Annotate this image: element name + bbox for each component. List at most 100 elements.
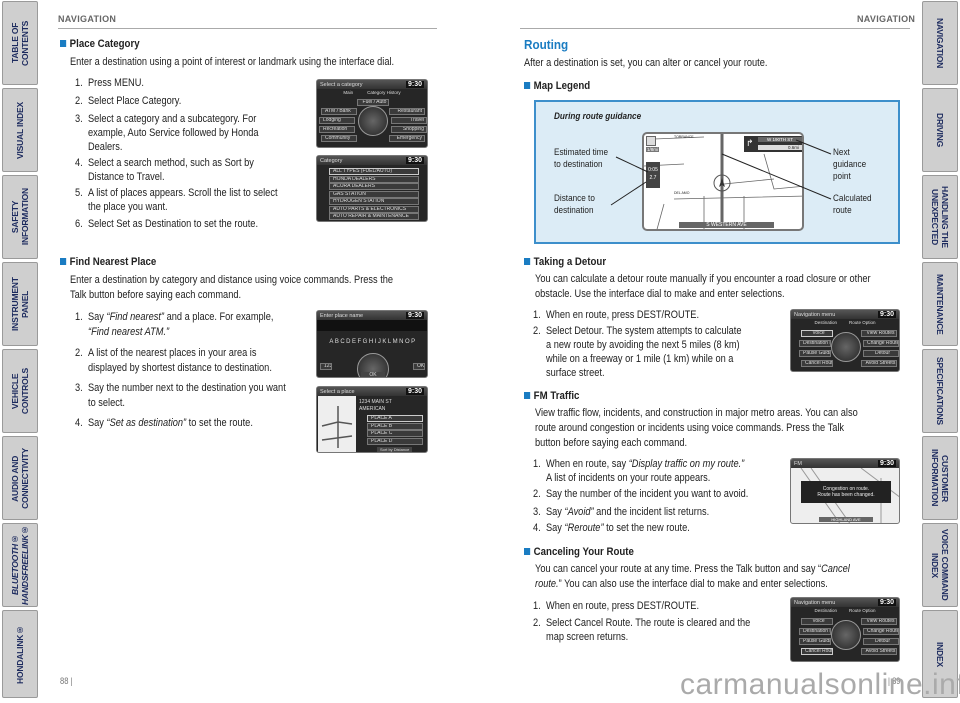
- tab-audio-connectivity[interactable]: AUDIO AND CONNECTIVITY: [2, 436, 38, 520]
- screen-title: FM: [794, 460, 802, 467]
- cancel-intro: route.” You can also use the interface d…: [535, 578, 828, 591]
- place-type: AMERICAN: [359, 406, 386, 412]
- tab-visual-index[interactable]: VISUAL INDEX: [2, 88, 38, 172]
- tab-table-of-contents[interactable]: TABLE OF CONTENTS: [2, 1, 38, 85]
- step-text: Say “Avoid” and the incident list return…: [546, 506, 709, 519]
- step-text: Press MENU.: [88, 77, 144, 89]
- tab-label: BLUETOOTH® HANDSFREELINK®: [10, 525, 30, 605]
- watermark: carmanualsonline.info: [680, 668, 960, 701]
- tab-label: HANDLING THE UNEXPECTED: [930, 186, 950, 248]
- menu-item: Travel: [391, 117, 427, 124]
- menu-item: Destination List: [799, 628, 831, 635]
- label-calculated-route: Calculated route: [833, 193, 872, 217]
- list-item: PLACE C: [367, 430, 423, 437]
- label-line: destination: [554, 205, 594, 216]
- step-text: Say the number of the incident you want …: [546, 488, 749, 500]
- list-item: HONDA DEALERS: [329, 175, 419, 183]
- eta-value: 0:05: [648, 167, 658, 173]
- step-number: 2.: [533, 488, 541, 500]
- menu-item: Lodging: [319, 117, 355, 124]
- step-text: a new route by avoiding the next 5 miles…: [546, 339, 740, 351]
- ok-button: OK: [361, 372, 385, 377]
- tab-vehicle-controls[interactable]: VEHICLE CONTROLS: [2, 349, 38, 433]
- fm-traffic-screen: FM 9:30 Congestion on route. Route has bee…: [790, 458, 900, 524]
- list-item: ALL TYPES (FUEL/AUTO): [329, 168, 419, 175]
- menu-item: Avoid Streets: [861, 360, 897, 367]
- next-distance: 0.6mi: [758, 145, 802, 150]
- find-nearest-intro: Enter a destination by category and dist…: [70, 274, 394, 286]
- list-item: GAS STATION: [329, 190, 419, 198]
- tab-driving[interactable]: DRIVING: [922, 88, 958, 172]
- screen-tab: Route Option: [848, 608, 876, 613]
- routing-title: Routing: [524, 37, 569, 52]
- next-guidance-panel: ↱ W 190TH ST 0.6mi: [744, 136, 802, 152]
- map-legend-box: During route guidance Estimated time to d…: [534, 100, 900, 244]
- step-number: 3.: [533, 506, 541, 518]
- tab-maintenance[interactable]: MAINTENANCE: [922, 262, 958, 346]
- tab-label: HONDALINK®: [15, 624, 25, 684]
- voice-command: “Set as destination”: [106, 417, 187, 429]
- step-text: Select a search method, such as Sort by: [88, 157, 254, 169]
- tab-customer-information[interactable]: CUSTOMER INFORMATION: [922, 436, 958, 520]
- clock: 9:30: [877, 599, 896, 606]
- screen-title: Select a place: [320, 388, 355, 395]
- step-text: A list of places appears. Scroll the lis…: [88, 187, 278, 199]
- cancel-route-heading: Canceling Your Route: [524, 546, 634, 558]
- text: Say: [88, 311, 107, 323]
- place-address: 1234 MAIN ST: [359, 399, 392, 405]
- step-text: When en route, say “Display traffic on m…: [546, 458, 744, 471]
- text: to set the new route.: [603, 522, 690, 534]
- screen-tab: Main: [343, 90, 354, 95]
- tab-voice-command-index[interactable]: VOICE COMMAND INDEX: [922, 523, 958, 607]
- left-page-header: NAVIGATION: [58, 14, 117, 24]
- menu-item: Voice: [801, 618, 833, 625]
- step-text: Say “Reroute” to set the new route.: [546, 522, 690, 535]
- step-text: When en route, press DEST/ROUTE.: [546, 309, 700, 321]
- step-number: 4.: [75, 417, 83, 429]
- current-street: S WESTERN AVE: [679, 222, 774, 228]
- step-text: Select Detour. The system attempts to ca…: [546, 325, 742, 337]
- tab-label: MAINTENANCE: [935, 273, 945, 335]
- voice-command: “Find nearest ATM.”: [88, 326, 170, 338]
- navigation-menu-screen-cancel: Navigation menu 9:30 Destination Route Opt…: [790, 597, 900, 662]
- voice-command: “Avoid”: [564, 506, 594, 518]
- menu-item: Change Route Preference: [863, 628, 899, 635]
- step-text: Say “Set as destination” to set the rout…: [88, 417, 253, 430]
- text-field: [317, 320, 427, 331]
- voice-command: “Find nearest”: [106, 311, 165, 323]
- tab-safety-information[interactable]: SAFETY INFORMATION: [2, 175, 38, 259]
- text: When en route, say: [546, 458, 629, 470]
- menu-item: Detour: [863, 638, 899, 645]
- screen-title: Navigation menu: [794, 311, 836, 318]
- menu-item: View Routes: [861, 618, 897, 625]
- step-number: 1.: [533, 458, 541, 470]
- map-screen: 1/8mi 0:05 2.7 ↱ W 190TH ST 0.6mi DEL AMO…: [642, 132, 804, 231]
- clock: 9:30: [405, 81, 424, 88]
- tab-label: INSTRUMENT PANEL: [10, 277, 30, 331]
- label-line: Next: [833, 147, 850, 158]
- routing-intro: After a destination is set, you can alte…: [524, 57, 768, 69]
- label-eta: Estimated time to destination: [554, 147, 608, 171]
- step-text: displayed by shortest distance to destin…: [88, 362, 272, 374]
- tab-instrument-panel[interactable]: INSTRUMENT PANEL: [2, 262, 38, 346]
- step-number: 3.: [75, 113, 83, 125]
- tab-hondalink[interactable]: HONDALINK®: [2, 610, 38, 698]
- tab-label: AUDIO AND CONNECTIVITY: [10, 447, 30, 509]
- tab-navigation[interactable]: NAVIGATION: [922, 1, 958, 85]
- tab-label: SAFETY INFORMATION: [10, 188, 30, 246]
- voice-command: “Display traffic on my route.”: [628, 458, 745, 470]
- label-line: point: [833, 171, 851, 182]
- step-number: 2.: [533, 325, 541, 337]
- tab-specifications[interactable]: SPECIFICATIONS: [922, 349, 958, 433]
- list-item: PLACE D: [367, 437, 423, 445]
- tab-handling-unexpected[interactable]: HANDLING THE UNEXPECTED: [922, 175, 958, 259]
- label-line: guidance: [833, 159, 867, 170]
- label-line: Calculated: [833, 193, 872, 204]
- tab-bluetooth[interactable]: BLUETOOTH® HANDSFREELINK®: [2, 523, 38, 607]
- step-text: to select.: [88, 397, 125, 409]
- text: You can cancel your route at any time. P…: [535, 563, 822, 575]
- menu-item: Fuel / Auto: [357, 99, 389, 106]
- clock: 9:30: [405, 157, 424, 164]
- step-number: 2.: [533, 617, 541, 629]
- list-item: AUTO REPAIR & MAINTENANCE: [329, 213, 419, 220]
